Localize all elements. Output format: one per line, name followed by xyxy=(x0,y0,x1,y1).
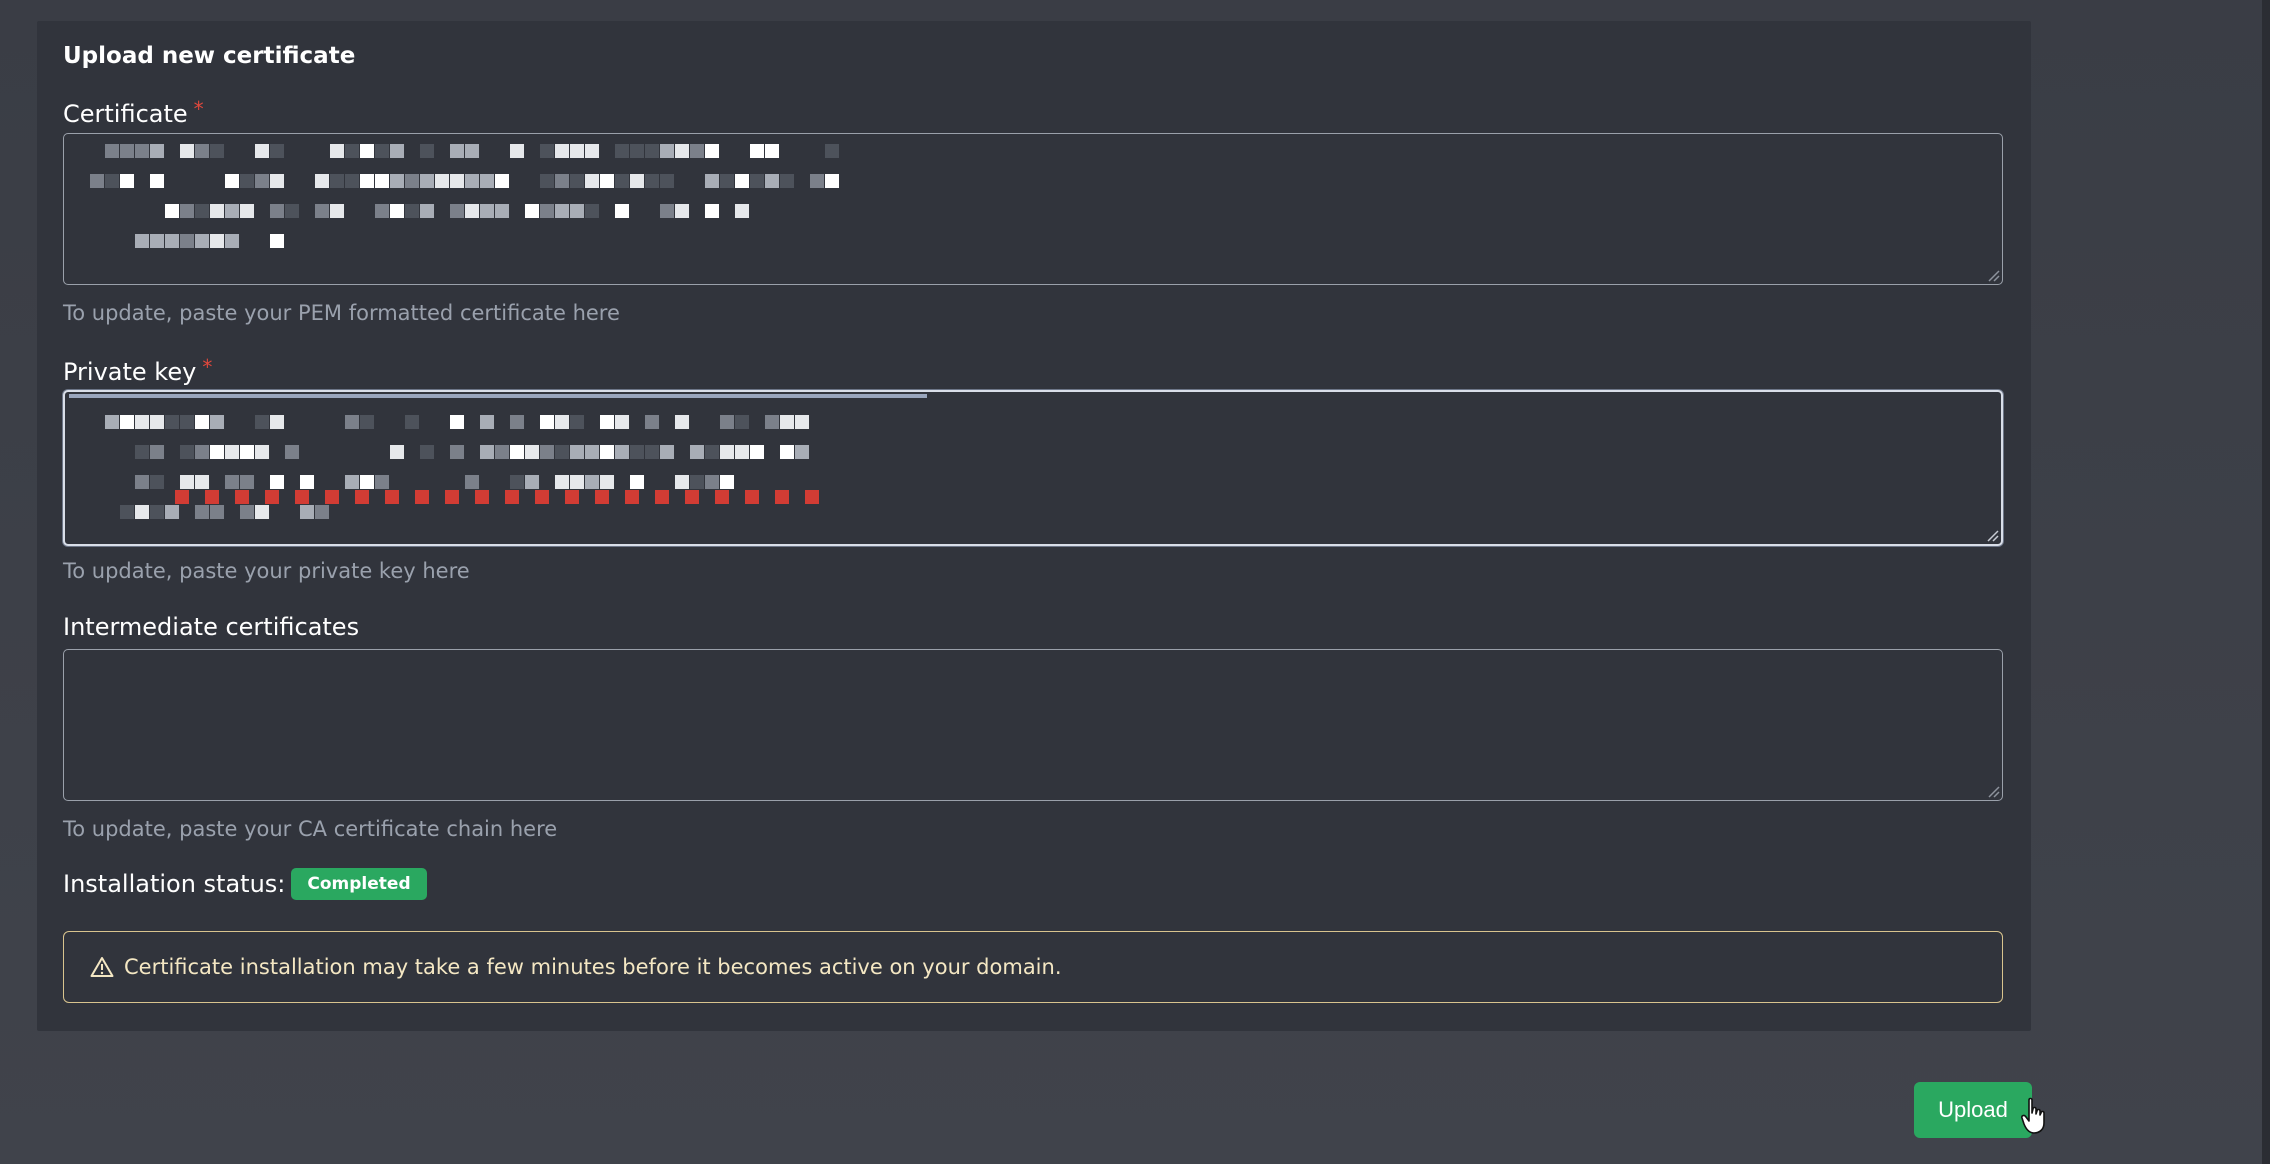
upload-button[interactable]: Upload xyxy=(1914,1082,2032,1138)
resize-grip-icon[interactable] xyxy=(1986,268,2000,282)
hand-pointer-cursor-icon xyxy=(2021,1097,2045,1134)
intermediate-certificates-help: To update, paste your CA certificate cha… xyxy=(63,817,558,841)
installation-status-label: Installation status: xyxy=(63,870,286,898)
certificate-textarea[interactable] xyxy=(63,133,2003,285)
resize-grip-icon[interactable] xyxy=(1985,528,1999,542)
installation-status: Installation status: Completed xyxy=(63,868,427,900)
private-key-label-text: Private key xyxy=(63,358,197,386)
warning-alert: Certificate installation may take a few … xyxy=(63,931,2003,1003)
intermediate-certificates-textarea[interactable] xyxy=(63,649,2003,801)
private-key-help: To update, paste your private key here xyxy=(63,559,470,583)
required-marker: * xyxy=(202,355,213,379)
upload-certificate-card: Upload new certificate Certificate * To u… xyxy=(37,21,2031,1031)
private-key-input[interactable] xyxy=(65,392,2001,544)
window-edge xyxy=(2262,0,2270,1164)
certificate-help: To update, paste your PEM formatted cert… xyxy=(63,301,620,325)
certificate-input[interactable] xyxy=(64,134,2002,284)
intermediate-certificates-input[interactable] xyxy=(64,650,2002,800)
private-key-textarea[interactable] xyxy=(63,390,2003,546)
resize-grip-icon[interactable] xyxy=(1986,784,2000,798)
intermediate-certificates-label: Intermediate certificates xyxy=(63,613,360,641)
required-marker: * xyxy=(193,97,204,121)
card-title: Upload new certificate xyxy=(63,43,356,69)
certificate-label: Certificate * xyxy=(63,97,204,128)
status-badge: Completed xyxy=(291,868,427,900)
warning-triangle-icon xyxy=(90,957,114,977)
warning-alert-text: Certificate installation may take a few … xyxy=(124,955,1062,979)
private-key-label: Private key * xyxy=(63,355,212,386)
certificate-label-text: Certificate xyxy=(63,100,188,128)
